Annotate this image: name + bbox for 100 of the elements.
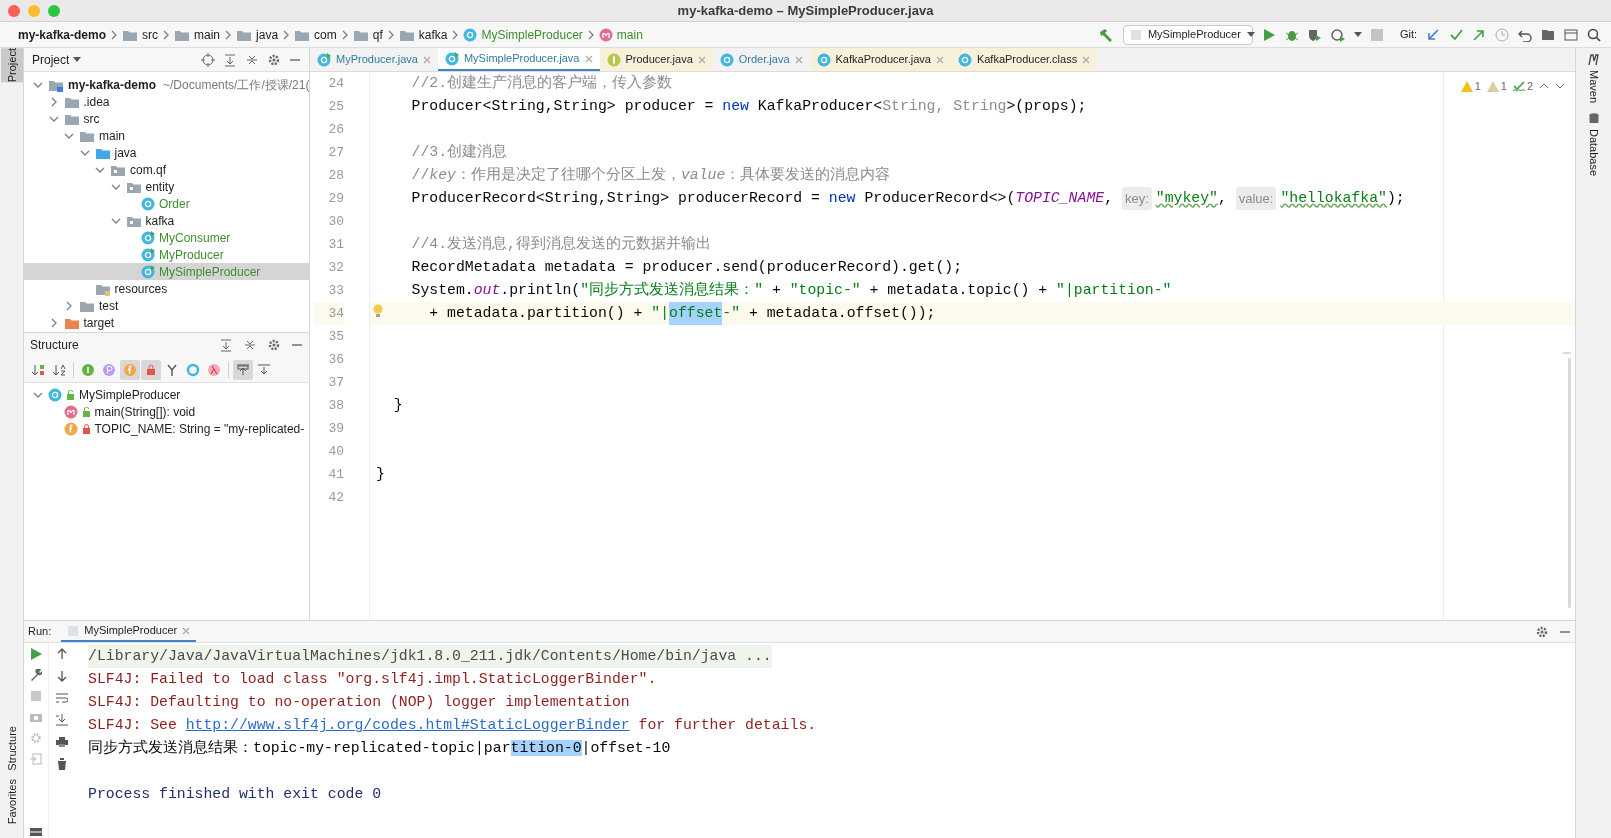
expand-all-icon[interactable]	[219, 338, 233, 352]
tree-item[interactable]: target	[83, 313, 115, 332]
editor-tab[interactable]: MySimpleProducer.java	[437, 48, 600, 71]
close-icon[interactable]	[584, 54, 593, 63]
window-title: my-kafka-demo – MySimpleProducer.java	[677, 1, 934, 20]
check-icon[interactable]	[1449, 27, 1463, 42]
breadcrumb-item[interactable]: main	[616, 25, 643, 44]
scroll-to-end-icon[interactable]	[56, 714, 68, 726]
tree-item[interactable]: MyConsumer	[159, 228, 231, 247]
chevron-up-icon[interactable]	[1539, 82, 1549, 91]
line-number: 31	[327, 236, 344, 254]
console-link[interactable]: http://www.slf4j.org/codes.html#StaticLoggerBinder	[185, 717, 630, 733]
tool-window-tab[interactable]: Maven	[1585, 54, 1602, 104]
breadcrumb-item[interactable]: qf	[372, 25, 383, 44]
tree-item[interactable]: main	[99, 126, 125, 145]
editor-tab[interactable]: Order.java	[712, 48, 810, 71]
tree-item[interactable]: MyProducer	[159, 245, 224, 264]
scroll-marker	[1563, 352, 1571, 354]
close-icon[interactable]	[1082, 55, 1091, 64]
arrow-down-icon[interactable]	[56, 670, 68, 682]
tool-window-tab[interactable]: Favorites	[0, 778, 23, 824]
tree-item[interactable]: Order	[159, 194, 190, 213]
git-label: Git:	[1399, 27, 1417, 43]
stop-icon[interactable]	[30, 690, 42, 702]
lightbulb-icon[interactable]	[373, 304, 383, 318]
tool-window-tab[interactable]: Structure	[0, 726, 23, 771]
printer-icon[interactable]	[56, 736, 68, 748]
close-button[interactable]	[8, 5, 20, 17]
camera-icon[interactable]	[30, 711, 42, 723]
gauge-run-icon[interactable]	[1330, 27, 1345, 42]
inspection-count: 1	[1500, 79, 1507, 94]
tree-item[interactable]: my-kafka-demo	[68, 75, 157, 94]
lock-icon[interactable]	[141, 359, 161, 380]
expand-all-icon[interactable]	[223, 52, 237, 67]
editor-tab[interactable]: KafkaProducer.class	[950, 48, 1098, 71]
breadcrumb-item[interactable]: main	[194, 25, 221, 44]
tree-item[interactable]: entity	[145, 177, 175, 196]
soft-wrap-icon[interactable]	[56, 692, 68, 704]
trash-icon[interactable]	[56, 758, 68, 770]
layout-icon[interactable]	[30, 826, 42, 838]
settings-icon[interactable]	[1535, 624, 1549, 639]
gear-icon[interactable]	[30, 732, 42, 744]
run-tab[interactable]: MySimpleProducer	[61, 621, 197, 642]
run-configuration-dropdown[interactable]: MySimpleProducer	[1122, 24, 1253, 45]
runnable-class-icon	[141, 230, 155, 245]
tree-item[interactable]: resources	[114, 279, 168, 298]
editor-tab[interactable]: Producer.java	[599, 48, 713, 71]
close-icon[interactable]	[794, 55, 803, 64]
structure-item[interactable]: TOPIC_NAME: String = "my-replicated-	[94, 419, 305, 437]
editor-tab[interactable]: MyProducer.java	[310, 48, 438, 71]
caret-icon[interactable]	[1353, 31, 1362, 38]
close-icon[interactable]	[182, 626, 191, 635]
field-icon[interactable]	[120, 359, 140, 380]
breadcrumb-item[interactable]: java	[256, 25, 279, 44]
breadcrumb-item[interactable]: com	[314, 25, 337, 44]
wrench-icon[interactable]	[30, 669, 42, 681]
hammer-icon[interactable]	[1097, 26, 1114, 43]
tree-item[interactable]: .idea	[83, 92, 110, 111]
tool-window-tab[interactable]: Database	[1585, 113, 1602, 177]
rerun-icon[interactable]	[30, 648, 42, 660]
crosshair-icon[interactable]	[201, 52, 215, 67]
close-icon[interactable]	[697, 55, 706, 64]
project-view-dropdown[interactable]: Project	[32, 50, 82, 69]
tree-item[interactable]: com.qf	[130, 160, 166, 179]
settings-icon[interactable]	[267, 52, 281, 67]
editor-tab[interactable]: KafkaProducer.java	[809, 48, 951, 71]
line-number: 27	[327, 144, 344, 162]
arrow-down-left-icon[interactable]	[1426, 27, 1440, 42]
autoscroll-to-icon[interactable]	[233, 359, 253, 380]
structure-item[interactable]: MySimpleProducer	[79, 385, 181, 404]
chevron-down-icon[interactable]	[1555, 82, 1565, 91]
tree-item[interactable]: java	[114, 143, 137, 162]
zoom-button[interactable]	[48, 5, 60, 17]
breadcrumb-item[interactable]: my-kafka-demo	[18, 25, 107, 44]
close-icon[interactable]	[935, 55, 944, 64]
collapse-all-icon[interactable]	[243, 338, 257, 352]
breadcrumb-item[interactable]: MySimpleProducer	[481, 25, 583, 44]
clock-icon[interactable]	[1495, 27, 1509, 42]
interface-icon	[606, 52, 621, 67]
login-icon[interactable]	[30, 753, 42, 765]
tool-window-tab[interactable]: Project	[0, 48, 23, 83]
structure-item[interactable]: main(String[]): void	[94, 402, 196, 421]
breadcrumb-item[interactable]: src	[142, 25, 159, 44]
close-icon[interactable]	[422, 55, 431, 64]
settings-icon[interactable]	[267, 338, 281, 352]
folder-icon[interactable]	[1541, 27, 1555, 42]
breadcrumb-item[interactable]: kafka	[418, 25, 448, 44]
code-line: //4.发送消息,得到消息发送的元数据并输出	[410, 234, 711, 254]
arrow-up-right-icon[interactable]	[1472, 27, 1486, 42]
line-number: 34	[314, 302, 344, 325]
search-icon[interactable]	[1587, 27, 1601, 42]
tree-item[interactable]: test	[99, 296, 119, 315]
line-number: 26	[327, 121, 344, 139]
arrow-up-icon[interactable]	[56, 648, 68, 660]
window-icon[interactable]	[1564, 27, 1578, 42]
shield-run-icon[interactable]	[1307, 27, 1322, 42]
tree-item[interactable]: src	[83, 109, 100, 128]
run-icon[interactable]	[1261, 27, 1276, 42]
scrollbar[interactable]	[1568, 358, 1571, 608]
tree-item[interactable]: kafka	[145, 211, 175, 230]
